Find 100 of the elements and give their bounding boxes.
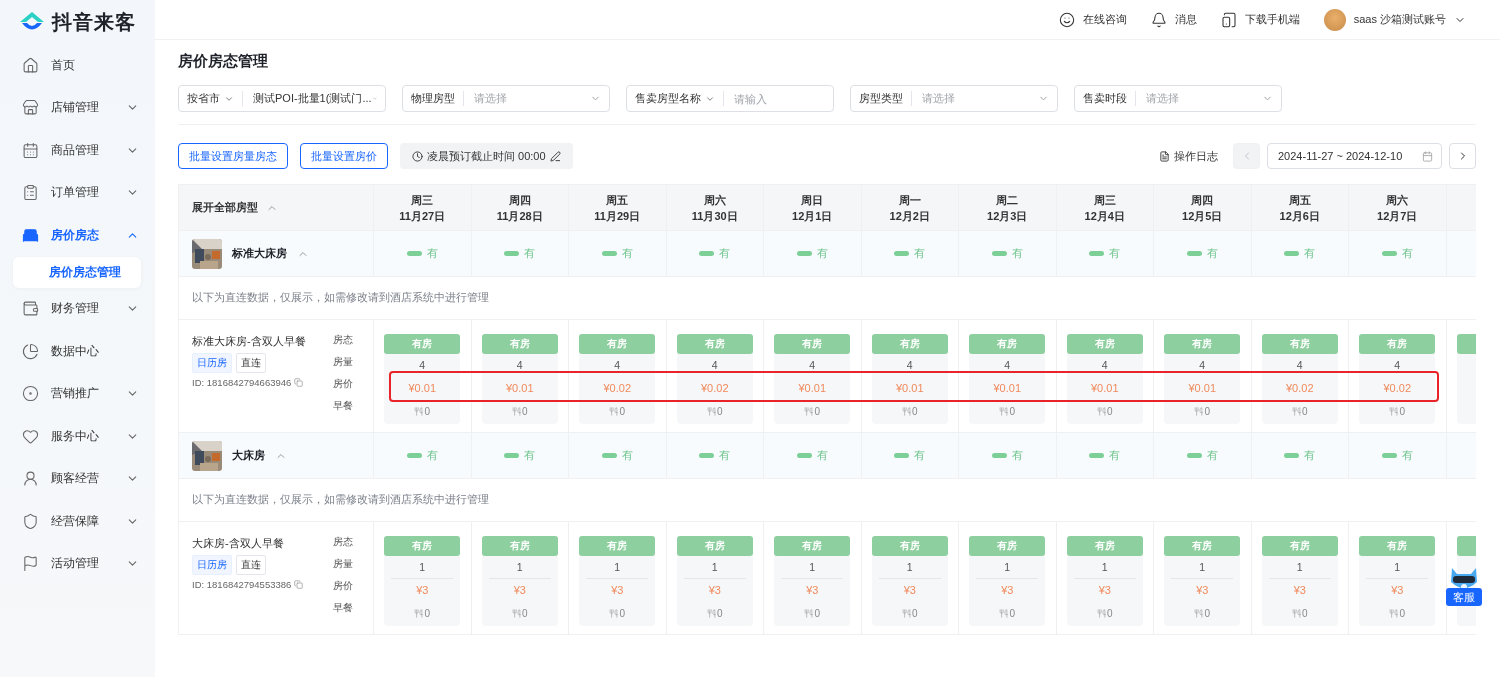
rate-card[interactable]: 有房 1 ¥3 0: [481, 536, 558, 626]
rate-card[interactable]: 有房 1 ¥3 0: [676, 536, 753, 626]
field-label: 房量: [333, 355, 354, 369]
availability-indicator: 有: [699, 448, 731, 463]
rate-card[interactable]: 有房 1 ¥3 0: [1359, 536, 1436, 626]
status-badge: 有房: [1261, 536, 1338, 556]
breakfast-count: 0: [901, 406, 918, 417]
filter-field[interactable]: 售卖房型名称 请输入: [626, 85, 834, 112]
availability-indicator: 有: [1381, 246, 1413, 261]
rate-card[interactable]: 有房 1 ¥3 0: [579, 536, 656, 626]
status-badge: 有房: [774, 536, 851, 556]
utensils-icon: [1194, 407, 1204, 416]
field-label: 早餐: [333, 399, 354, 413]
weekday-text: 周五: [1288, 192, 1311, 208]
rate-card[interactable]: 有房 1 ¥3 0: [871, 536, 948, 626]
date-text: 12月1日: [792, 208, 833, 224]
status-badge: 有房: [969, 334, 1046, 354]
utensils-icon: [1389, 407, 1399, 416]
rate-card[interactable]: 有房 4 ¥0.01 0: [481, 334, 558, 424]
utensils-icon: [609, 407, 619, 416]
rate-card[interactable]: 有房 4 ¥0.02 0: [579, 334, 656, 424]
room-count: 1: [1004, 560, 1011, 575]
sidebar-item[interactable]: 财务管理: [0, 287, 155, 330]
sidebar-item[interactable]: 活动管理: [0, 542, 155, 585]
price-text: ¥3: [416, 583, 429, 598]
rate-card[interactable]: 有房 1 ¥3 0: [1066, 536, 1143, 626]
utensils-icon: [804, 609, 814, 618]
availability-indicator: 有: [1089, 246, 1121, 261]
cutoff-time-chip[interactable]: 凌晨预订截止时间 00:00: [400, 143, 573, 169]
utensils-icon: [706, 407, 716, 416]
log-link[interactable]: 操作日志: [1159, 148, 1218, 164]
id-text: ID: 1816842794663946: [192, 377, 292, 388]
breakfast-count: 0: [414, 608, 431, 619]
rate-card[interactable]: 有房 1 ¥3 0: [1164, 536, 1241, 626]
tag: 日历房: [192, 353, 232, 373]
availability-indicator: 有: [504, 448, 536, 463]
rate-card[interactable]: 有房 4 ¥0.02 0: [1261, 334, 1338, 424]
logo-text: 抖音来客: [52, 9, 136, 35]
sidebar-item[interactable]: 订单管理: [0, 171, 155, 214]
rate-card[interactable]: 有房 4 ¥0.01 0: [384, 334, 461, 424]
user-menu[interactable]: saas 沙箱测试账号: [1323, 8, 1466, 31]
date-range-field[interactable]: 2024-11-27 ~ 2024-12-10: [1267, 143, 1442, 169]
nav-icon: [22, 512, 39, 530]
date-text: 12月5日: [1182, 208, 1223, 224]
date-text: 12月7日: [1377, 208, 1418, 224]
price-text: ¥0.02: [701, 381, 729, 396]
rate-card[interactable]: 有房 1 ¥3 0: [969, 536, 1046, 626]
rate-card[interactable]: 有房 4 ¥0.01 0: [774, 334, 851, 424]
utensils-icon: [1389, 609, 1399, 618]
sidebar-item[interactable]: 顾客经营: [0, 457, 155, 500]
availability-indicator: 有: [991, 246, 1023, 261]
copy-icon[interactable]: [294, 580, 304, 589]
utensils-icon: [901, 407, 911, 416]
rate-card[interactable]: 有房 1 ¥3 0: [384, 536, 461, 626]
availability-indicator: 有: [1089, 448, 1121, 463]
filter-field[interactable]: 物理房型 请选择: [402, 85, 610, 112]
availability-indicator: 有: [406, 246, 438, 261]
sidebar-item[interactable]: 房价房态: [0, 214, 155, 257]
copy-icon[interactable]: [294, 378, 304, 387]
rate-card[interactable]: 有房 4 ¥0.02 0: [1359, 334, 1436, 424]
breakfast-count: 0: [1194, 608, 1211, 619]
rate-card[interactable]: 有房 4 ¥0.02 0: [676, 334, 753, 424]
text-input[interactable]: 请输入: [724, 91, 825, 106]
room-count: 1: [1101, 560, 1108, 575]
sidebar-item[interactable]: 数据中心: [0, 330, 155, 373]
rate-card[interactable]: 有房 4 ¥0.01 0: [1164, 334, 1241, 424]
batch-button[interactable]: 批量设置房价: [300, 143, 388, 169]
utensils-icon: [1194, 609, 1204, 618]
rate-card[interactable]: 有房 4 ¥0.01 0: [1066, 334, 1143, 424]
sidebar-item[interactable]: 服务中心: [0, 415, 155, 458]
nav-icon: [22, 99, 39, 117]
rate-card[interactable]: 有房 4 ¥0.01 0: [969, 334, 1046, 424]
price-text: ¥0.01: [506, 381, 534, 396]
sidebar-item[interactable]: 经营保障: [0, 500, 155, 543]
utensils-icon: [1291, 609, 1301, 618]
next-button[interactable]: [1449, 143, 1476, 169]
sidebar-subitem[interactable]: 房价房态管理: [13, 256, 141, 288]
batch-button[interactable]: 批量设置房量房态: [178, 143, 288, 169]
sidebar-item[interactable]: 首页: [0, 44, 155, 87]
sidebar-item[interactable]: 营销推广: [0, 372, 155, 415]
rate-card[interactable]: 有房 1 ¥3 0: [1261, 536, 1338, 626]
header-action[interactable]: 下载手机端: [1220, 11, 1300, 28]
room-count: 1: [1296, 560, 1303, 575]
field-label: 房价: [333, 377, 354, 391]
header-action[interactable]: 在线咨询: [1058, 11, 1127, 28]
availability-indicator: 有: [1284, 448, 1316, 463]
room-count: 4: [906, 358, 913, 373]
rate-card[interactable]: 有房 4 ¥0.01 0: [871, 334, 948, 424]
sidebar-item[interactable]: 店铺管理: [0, 86, 155, 129]
room-count: 4: [419, 358, 426, 373]
help-button[interactable]: 客服: [1446, 588, 1482, 606]
availability-indicator: 有: [894, 246, 926, 261]
tag: 日历房: [192, 555, 232, 575]
filter-field[interactable]: 售卖时段 请选择: [1074, 85, 1282, 112]
filter-field[interactable]: 房型类型 请选择: [850, 85, 1058, 112]
rate-card[interactable]: 有房 1 ¥3 0: [774, 536, 851, 626]
sidebar-item[interactable]: 商品管理: [0, 129, 155, 172]
status-badge: 有房: [676, 334, 753, 354]
filter-field[interactable]: 按省市 测试POI-批量1(测试门...: [178, 85, 386, 112]
header-action[interactable]: 消息: [1150, 11, 1197, 28]
